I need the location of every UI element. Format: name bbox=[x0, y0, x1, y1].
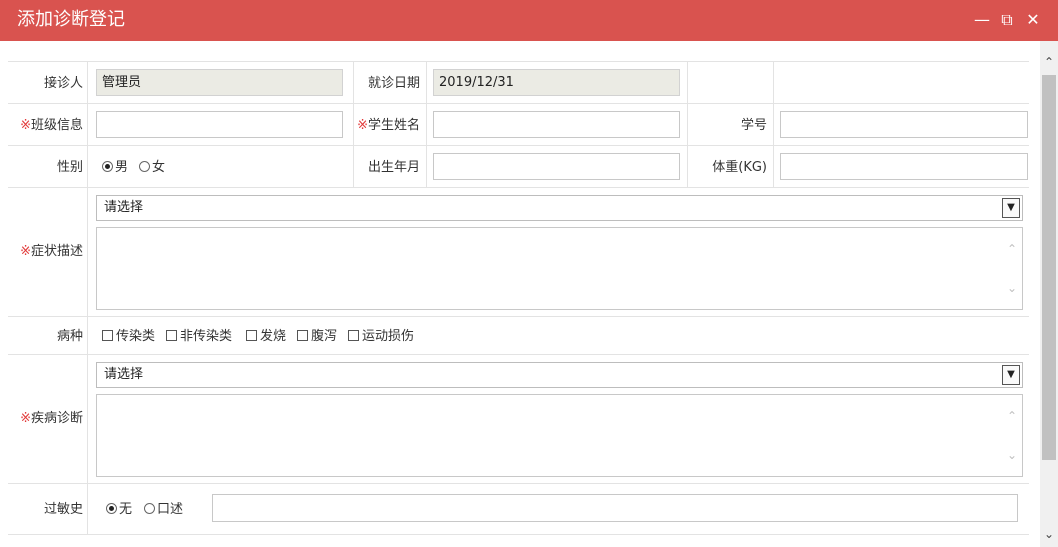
required-mark: ※ bbox=[20, 244, 31, 259]
disease-infectious-checkbox[interactable]: 传染类 bbox=[102, 329, 155, 345]
birth-input[interactable] bbox=[433, 153, 680, 180]
symptoms-textarea[interactable]: ⌃ ⌄ bbox=[96, 227, 1023, 310]
dialog-content: 接诊人 管理员 就诊日期 2019/12/31 ※班级信息 ※学生姓名 学号 性… bbox=[0, 41, 1040, 547]
class-info-input[interactable] bbox=[96, 111, 343, 138]
close-button[interactable]: ✕ bbox=[1023, 9, 1043, 31]
checkbox-icon bbox=[348, 330, 359, 341]
symptoms-select[interactable]: 请选择 ▼ bbox=[96, 195, 1023, 221]
allergy-input[interactable] bbox=[212, 494, 1018, 522]
student-id-label: 学号 bbox=[740, 118, 767, 133]
form-row-gender: 性别 男 女 出生年月 体重(KG) bbox=[8, 145, 1029, 188]
chevron-up-icon[interactable]: ⌃ bbox=[1002, 409, 1022, 423]
checkbox-icon bbox=[246, 330, 257, 341]
weight-label: 体重(KG) bbox=[712, 160, 767, 175]
form-row-symptoms: ※症状描述 请选择 ▼ ⌃ ⌄ bbox=[8, 187, 1029, 317]
form-row-doctor: 接诊人 管理员 就诊日期 2019/12/31 bbox=[8, 61, 1029, 104]
form-row-diagnosis: ※疾病诊断 请选择 ▼ ⌃ ⌄ bbox=[8, 354, 1029, 484]
student-name-input[interactable] bbox=[433, 111, 680, 138]
disease-sports-injury-checkbox[interactable]: 运动损伤 bbox=[348, 329, 414, 345]
dialog-title: 添加诊断登记 bbox=[17, 9, 125, 30]
weight-input[interactable] bbox=[780, 153, 1028, 180]
dialog-scrollbar[interactable]: ⌃ ⌄ bbox=[1040, 41, 1058, 547]
disease-diarrhea-checkbox[interactable]: 腹泻 bbox=[297, 329, 337, 345]
chevron-down-icon[interactable]: ⌄ bbox=[1040, 527, 1058, 541]
diagnosis-label: ※疾病诊断 bbox=[20, 411, 83, 426]
allergy-none-radio[interactable]: 无 bbox=[106, 502, 132, 518]
chevron-down-icon: ▼ bbox=[1002, 198, 1020, 218]
form-row-allergy: 过敏史 无 口述 bbox=[8, 483, 1029, 535]
required-mark: ※ bbox=[20, 118, 31, 133]
radio-checked-icon bbox=[106, 503, 117, 514]
birth-label: 出生年月 bbox=[367, 160, 420, 175]
disease-fever-checkbox[interactable]: 发烧 bbox=[246, 329, 286, 345]
allergy-label: 过敏史 bbox=[43, 502, 83, 517]
radio-unchecked-icon bbox=[144, 503, 155, 514]
gender-label: 性别 bbox=[56, 160, 83, 175]
chevron-down-icon: ▼ bbox=[1002, 365, 1020, 385]
required-mark: ※ bbox=[357, 118, 368, 133]
diagnosis-select-value: 请选择 bbox=[104, 367, 144, 382]
required-mark: ※ bbox=[20, 411, 31, 426]
checkbox-icon bbox=[102, 330, 113, 341]
chevron-up-icon[interactable]: ⌃ bbox=[1040, 55, 1058, 69]
class-info-label: ※班级信息 bbox=[20, 118, 83, 133]
form-row-disease-type: 病种 传染类 非传染类 发烧 腹泻 运动损伤 bbox=[8, 316, 1029, 355]
maximize-button[interactable]: ⧉ bbox=[997, 9, 1017, 31]
gender-female-radio[interactable]: 女 bbox=[139, 160, 165, 176]
chevron-up-icon[interactable]: ⌃ bbox=[1002, 242, 1022, 256]
checkbox-icon bbox=[297, 330, 308, 341]
disease-type-label: 病种 bbox=[56, 329, 83, 344]
disease-noninfectious-checkbox[interactable]: 非传染类 bbox=[166, 329, 232, 345]
symptoms-label: ※症状描述 bbox=[20, 244, 83, 259]
doctor-field: 管理员 bbox=[96, 69, 343, 96]
symptoms-select-value: 请选择 bbox=[104, 200, 144, 215]
student-name-label: ※学生姓名 bbox=[357, 118, 420, 133]
diagnosis-select[interactable]: 请选择 ▼ bbox=[96, 362, 1023, 388]
chevron-down-icon[interactable]: ⌄ bbox=[1002, 281, 1022, 295]
radio-unchecked-icon bbox=[139, 161, 150, 172]
allergy-verbal-radio[interactable]: 口述 bbox=[144, 502, 183, 518]
minimize-button[interactable]: — bbox=[972, 9, 992, 31]
chevron-down-icon[interactable]: ⌄ bbox=[1002, 448, 1022, 462]
textarea-scrollbar[interactable]: ⌃ ⌄ bbox=[1002, 228, 1022, 309]
dialog-titlebar: 添加诊断登记 — ⧉ ✕ bbox=[0, 0, 1058, 41]
visit-date-label: 就诊日期 bbox=[367, 76, 420, 91]
doctor-label: 接诊人 bbox=[43, 76, 83, 91]
radio-checked-icon bbox=[102, 161, 113, 172]
gender-male-radio[interactable]: 男 bbox=[102, 160, 128, 176]
textarea-scrollbar[interactable]: ⌃ ⌄ bbox=[1002, 395, 1022, 476]
checkbox-icon bbox=[166, 330, 177, 341]
diagnosis-textarea[interactable]: ⌃ ⌄ bbox=[96, 394, 1023, 477]
scrollbar-thumb[interactable] bbox=[1042, 75, 1056, 460]
visit-date-field: 2019/12/31 bbox=[433, 69, 680, 96]
student-id-input[interactable] bbox=[780, 111, 1028, 138]
form-row-class: ※班级信息 ※学生姓名 学号 bbox=[8, 103, 1029, 146]
